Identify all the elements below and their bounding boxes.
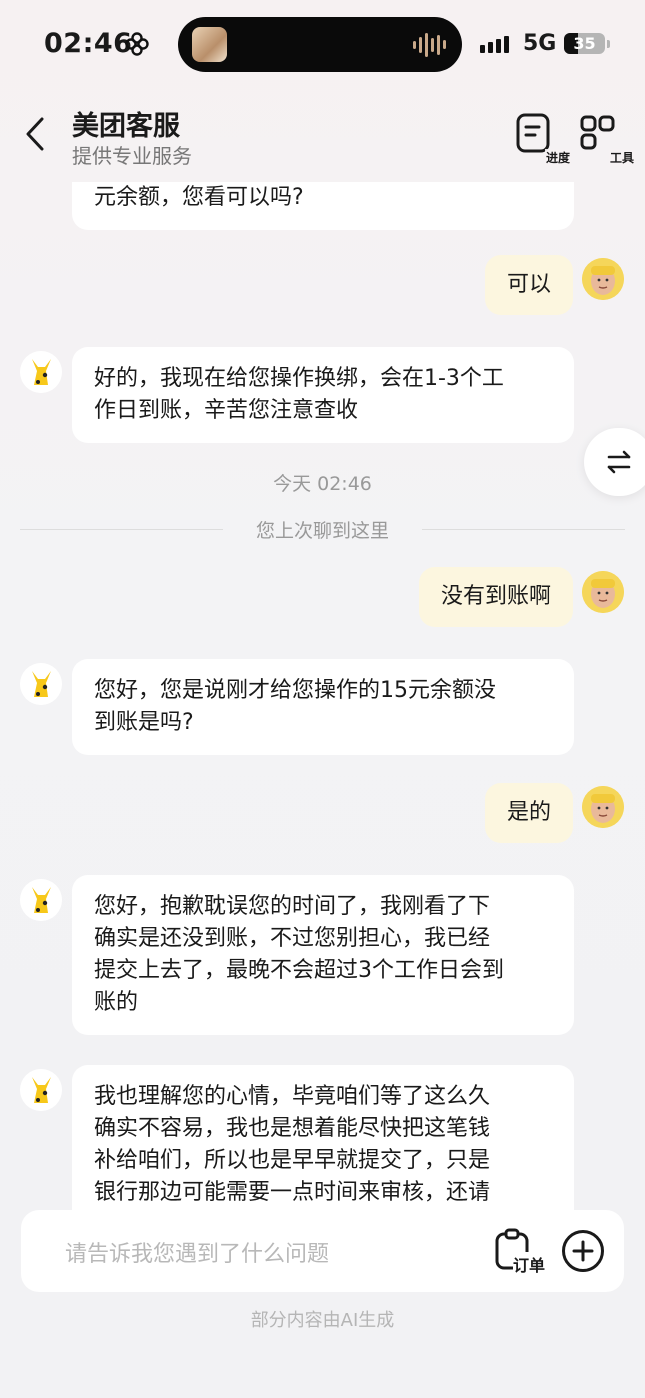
bot-avatar[interactable]: [20, 351, 62, 393]
bot-avatar[interactable]: [20, 663, 62, 705]
status-time: 02:46: [44, 28, 133, 59]
progress-icon: [516, 113, 550, 153]
battery-level: 35: [573, 34, 596, 53]
message-input-bar[interactable]: 请告诉我您遇到了什么问题 订单: [21, 1210, 624, 1292]
switch-button[interactable]: [584, 428, 645, 496]
user-message: 是的: [484, 783, 573, 843]
user-avatar[interactable]: [582, 571, 624, 613]
user-message: 没有到账啊: [418, 567, 573, 627]
message-line: 元余额，您看可以吗?: [94, 185, 304, 210]
time-divider: 今天 02:46: [273, 473, 372, 495]
bot-message: 您好，抱歉耽误您的时间了，我刚看了下 确实是还没到账，不过您别担心，我已经 提交…: [72, 875, 574, 1035]
now-playing-thumbnail: [192, 27, 227, 62]
cellular-signal-icon: [480, 36, 509, 53]
add-button[interactable]: [562, 1230, 604, 1272]
tools-button[interactable]: 工具: [579, 112, 635, 166]
page-subtitle: 提供专业服务: [72, 144, 192, 168]
message-line: 您好，您是说刚才给您操作的15元余额没: [94, 678, 496, 703]
progress-button[interactable]: 进度: [515, 112, 571, 166]
battery-icon: 35: [564, 33, 605, 54]
message-line: 作日到账，辛苦您注意查收: [94, 398, 359, 423]
message-line: 确实不容易，我也是想着能尽快把这笔钱: [94, 1116, 491, 1141]
battery-tip: [607, 40, 610, 48]
message-line: 您好，抱歉耽误您的时间了，我刚看了下: [94, 894, 491, 919]
message-line: 提交上去了，最晚不会超过3个工作日会到: [94, 958, 504, 983]
message-input[interactable]: 请告诉我您遇到了什么问题: [65, 1236, 329, 1268]
chat-scroll-area[interactable]: 元余额，您看可以吗? 可以 好的，我现在给您操作换绑，会在1-3个工 作日到账，…: [0, 182, 645, 1210]
bot-avatar[interactable]: [20, 879, 62, 921]
plus-icon: [572, 1240, 594, 1262]
user-message: 可以: [484, 255, 573, 315]
progress-label: 进度: [544, 149, 571, 166]
message-line: 补给咱们，所以也是早早就提交了，只是: [94, 1148, 491, 1173]
user-avatar[interactable]: [582, 258, 624, 300]
order-button[interactable]: 订单: [493, 1228, 545, 1276]
dynamic-island[interactable]: [178, 17, 462, 72]
bot-avatar[interactable]: [20, 1069, 62, 1111]
bot-message: 您好，您是说刚才给您操作的15元余额没 到账是吗?: [72, 659, 574, 755]
audio-wave-icon: [413, 31, 446, 58]
ai-disclaimer: 部分内容由AI生成: [250, 1310, 395, 1331]
last-read-divider: 您上次聊到这里: [255, 520, 389, 542]
status-bar: 02:46 5G 35: [0, 0, 645, 90]
bot-message: 元余额，您看可以吗?: [72, 182, 574, 230]
bot-message: 我也理解您的心情，毕竟咱们等了这么久 确实不容易，我也是想着能尽快把这笔钱 补给…: [72, 1065, 574, 1210]
tools-label: 工具: [608, 149, 635, 166]
message-line: 到账是吗?: [94, 710, 194, 735]
order-label: 订单: [512, 1252, 545, 1276]
message-line: 好的，我现在给您操作换绑，会在1-3个工: [94, 366, 504, 391]
back-arrow-icon[interactable]: [22, 114, 50, 154]
grid-icon: [580, 115, 615, 150]
chat-header: 美团客服 提供专业服务 进度 工具: [0, 90, 645, 182]
network-type: 5G: [523, 31, 557, 56]
flower-icon: [125, 32, 149, 56]
user-avatar[interactable]: [582, 786, 624, 828]
message-line: 银行那边可能需要一点时间来审核，还请: [94, 1180, 491, 1205]
swap-arrows-icon: [607, 450, 631, 474]
message-line: 确实是还没到账，不过您别担心，我已经: [94, 926, 491, 951]
message-line: 账的: [94, 990, 139, 1015]
bot-message: 好的，我现在给您操作换绑，会在1-3个工 作日到账，辛苦您注意查收: [72, 347, 574, 443]
page-title: 美团客服: [72, 111, 180, 142]
message-line: 我也理解您的心情，毕竟咱们等了这么久: [94, 1084, 491, 1109]
